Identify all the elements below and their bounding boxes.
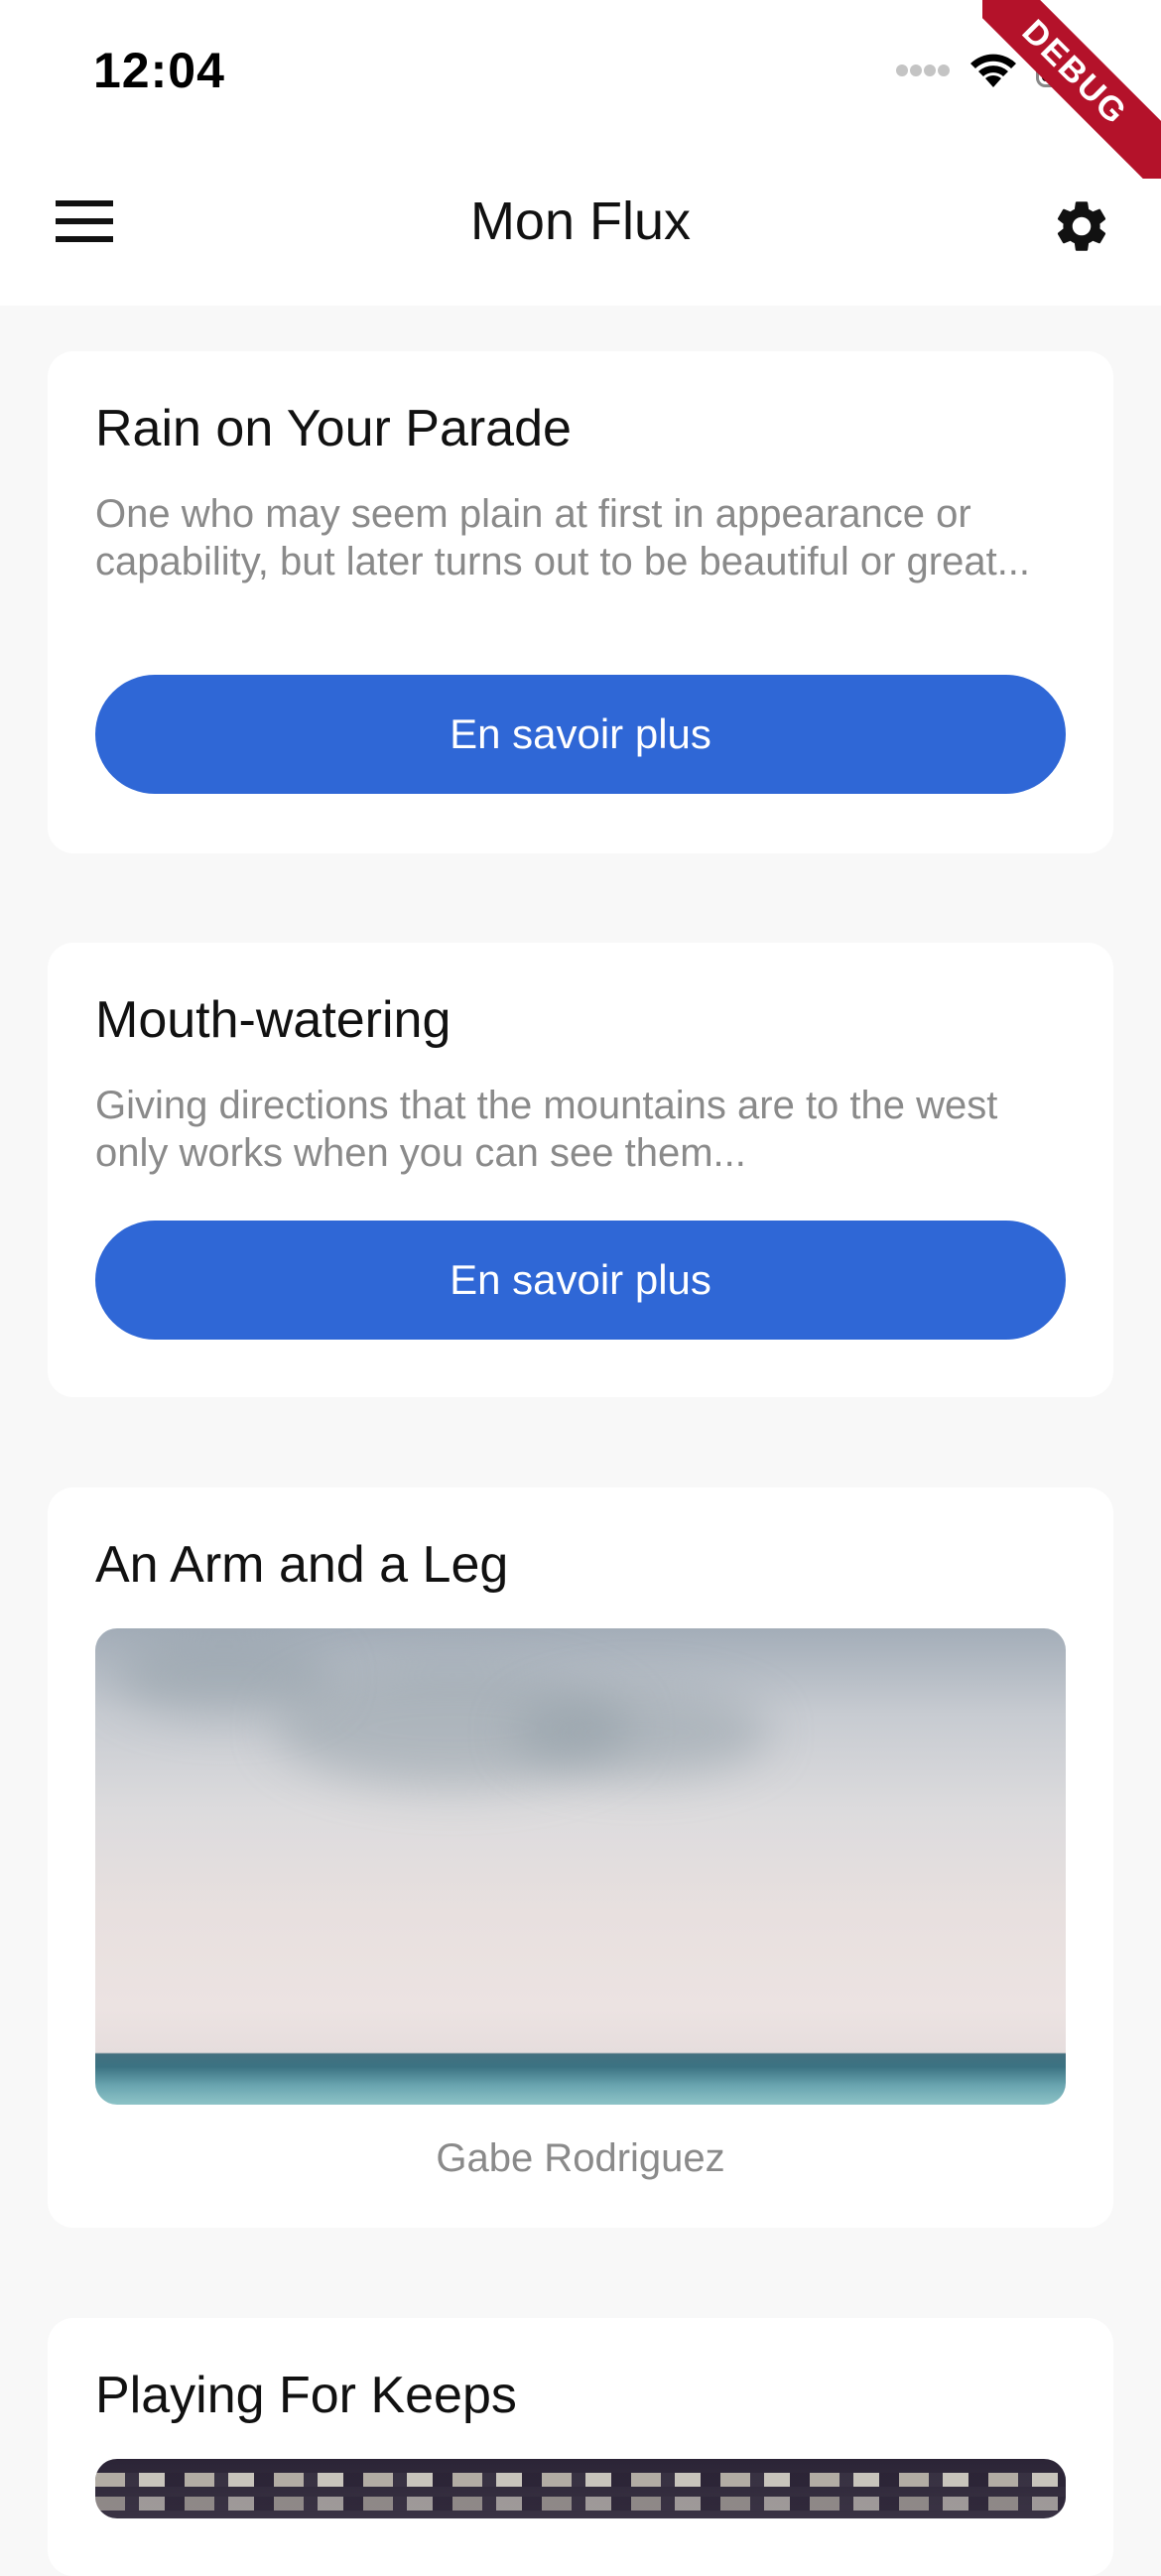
feed-card: Mouth-watering Giving directions that th… [48,943,1113,1397]
card-description: Giving directions that the mountains are… [95,1084,998,1175]
status-bar: 12:04 [0,0,1161,149]
feed-card: Rain on Your Parade One who may seem pla… [48,351,1113,853]
feed-card: Playing For Keeps [48,2318,1113,2576]
signal-dots-icon [895,64,951,82]
card-title: Mouth-watering [95,991,452,1049]
feed-card: An Arm and a Leg Gabe Rodriguez [48,1487,1113,2228]
card-title: An Arm and a Leg [95,1536,509,1594]
image-caption: Gabe Rodriguez [436,2136,725,2180]
gear-icon [1051,195,1112,262]
card-image [95,2459,1066,2518]
battery-icon [1036,54,1103,92]
app-bar: Mon Flux [0,149,1161,306]
wifi-icon [968,52,1018,94]
learn-more-button[interactable]: En savoir plus [95,1221,1066,1340]
card-image [95,1628,1066,2105]
learn-more-button[interactable]: En savoir plus [95,675,1066,794]
page-title: Mon Flux [469,192,692,251]
card-title: Playing For Keeps [95,2367,517,2424]
card-title: Rain on Your Parade [95,400,572,457]
card-description: One who may seem plain at first in appea… [95,492,1031,583]
status-icons [895,52,1103,94]
settings-button[interactable] [1032,179,1131,278]
status-time: 12:04 [93,43,225,98]
